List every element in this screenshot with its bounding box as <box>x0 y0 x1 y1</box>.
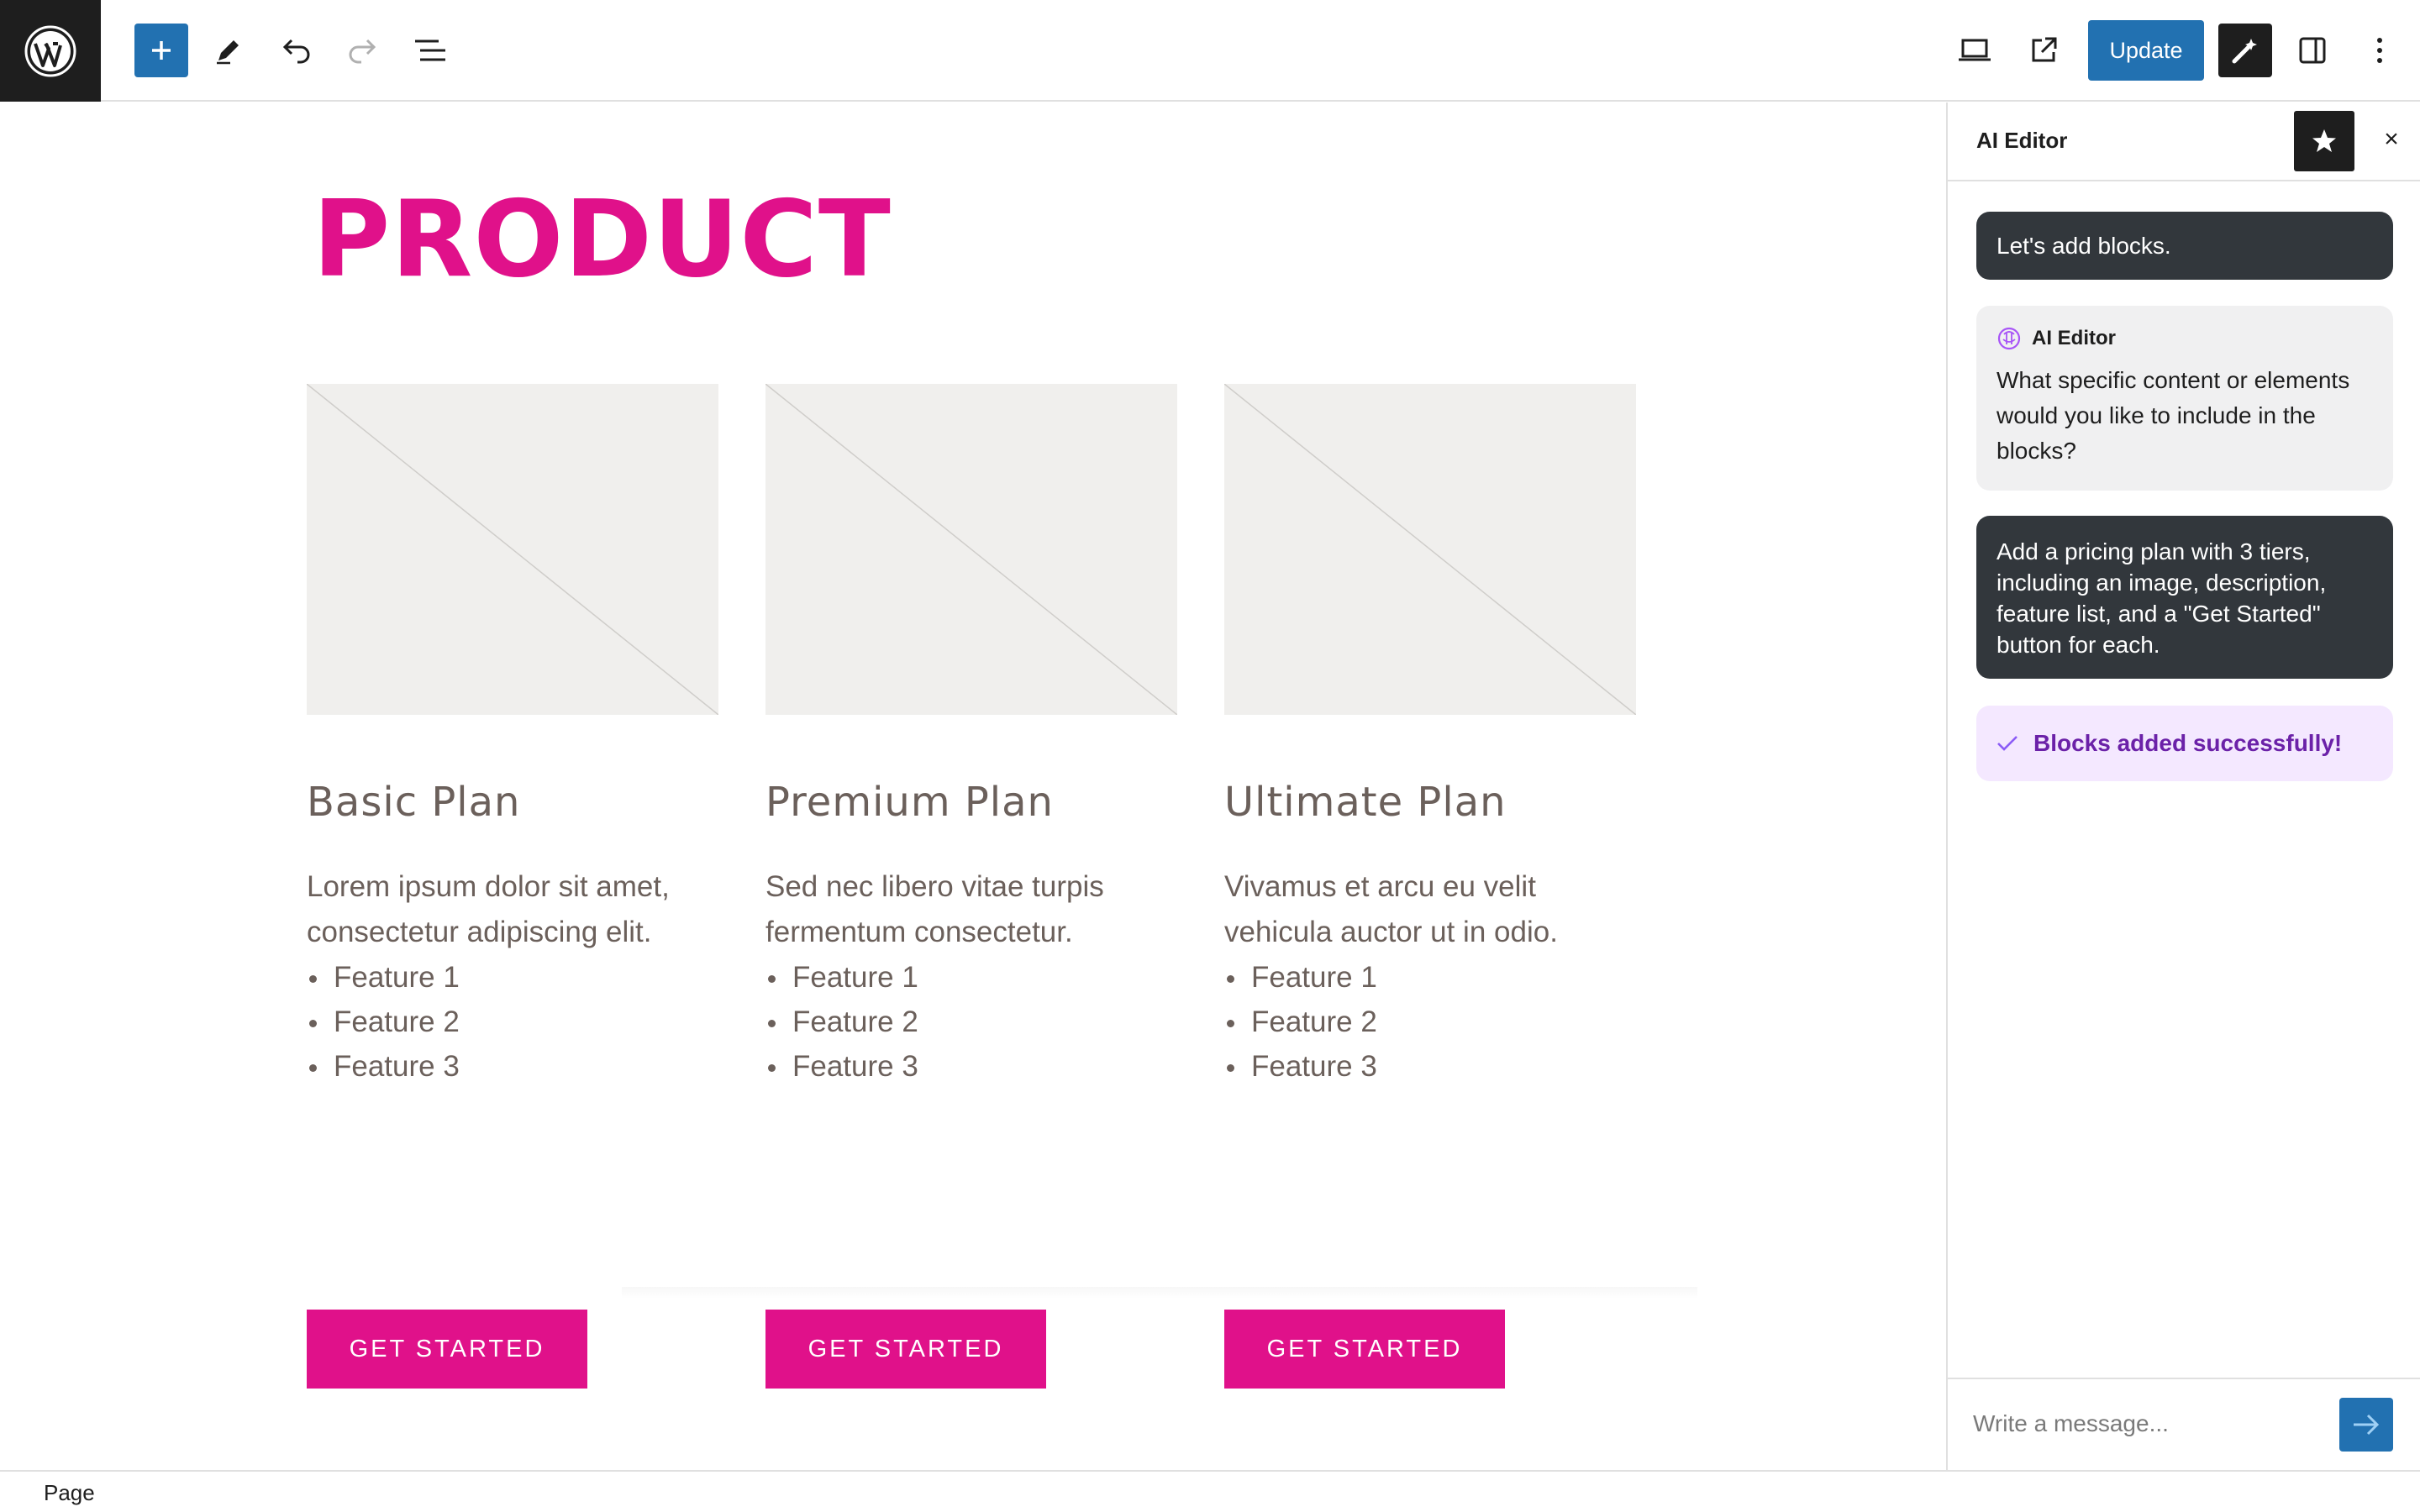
editor-toolbar: Update <box>0 0 2420 102</box>
options-button[interactable] <box>2353 24 2407 77</box>
image-placeholder[interactable] <box>765 384 1177 715</box>
image-placeholder[interactable] <box>307 384 718 715</box>
wordpress-logo-button[interactable] <box>0 0 101 102</box>
list-view-button[interactable] <box>403 24 457 77</box>
breadcrumb[interactable]: Page <box>44 1480 95 1506</box>
get-started-button[interactable]: GET STARTED <box>1224 1310 1505 1389</box>
undo-button[interactable] <box>269 24 323 77</box>
send-arrow-icon <box>2354 1414 2380 1436</box>
feature-item[interactable]: Feature 2 <box>307 1000 460 1044</box>
preview-button[interactable] <box>1948 24 2002 77</box>
sidebar-title: AI Editor <box>1976 128 2068 153</box>
feature-item[interactable]: Feature 3 <box>307 1044 460 1089</box>
more-vertical-icon <box>2377 38 2382 63</box>
desktop-preview-icon <box>1959 39 1991 61</box>
user-message: Let's add blocks. <box>1976 212 2393 280</box>
add-block-button[interactable] <box>134 24 188 77</box>
placeholder-diagonal <box>307 384 718 715</box>
success-notice: Blocks added successfully! <box>1976 706 2393 781</box>
feature-item[interactable]: Feature 1 <box>307 955 460 1000</box>
sidebar-toggle-icon <box>2299 37 2326 64</box>
plus-icon <box>152 41 171 60</box>
pricing-column-ultimate[interactable]: Ultimate Plan Vivamus et arcu eu velit v… <box>1224 384 1636 1389</box>
pencil-icon <box>217 40 239 65</box>
feature-item[interactable]: Feature 2 <box>1224 1000 1377 1044</box>
feature-list[interactable]: Feature 1 Feature 2 Feature 3 <box>765 955 918 1089</box>
redo-button[interactable] <box>336 24 390 77</box>
editor-footer: Page <box>0 1470 2420 1512</box>
wordpress-logo-icon <box>24 25 76 76</box>
placeholder-diagonal <box>765 384 1177 715</box>
update-button[interactable]: Update <box>2088 20 2204 81</box>
ai-editor-sidebar: AI Editor × Let's add blocks. AI Editor … <box>1946 102 2420 1470</box>
plan-title[interactable]: Ultimate Plan <box>1224 779 1507 826</box>
image-placeholder[interactable] <box>1224 384 1636 715</box>
sidebar-header: AI Editor × <box>1948 102 2420 181</box>
placeholder-diagonal <box>1224 384 1636 715</box>
plan-description[interactable]: Sed nec libero vitae turpis fermentum co… <box>765 864 1186 955</box>
close-icon: × <box>2384 125 2399 153</box>
ai-wand-icon <box>2232 39 2257 64</box>
get-started-button[interactable]: GET STARTED <box>307 1310 587 1389</box>
plan-title[interactable]: Basic Plan <box>307 779 520 826</box>
favorite-button[interactable] <box>2294 111 2354 171</box>
assistant-message-text: What specific content or elements would … <box>1996 367 2350 464</box>
assistant-message: AI Editor What specific content or eleme… <box>1976 306 2393 491</box>
list-view-icon <box>415 39 445 61</box>
pricing-column-premium[interactable]: Premium Plan Sed nec libero vitae turpis… <box>765 384 1177 1389</box>
feature-item[interactable]: Feature 3 <box>765 1044 918 1089</box>
get-started-button[interactable]: GET STARTED <box>765 1310 1046 1389</box>
feature-item[interactable]: Feature 1 <box>1224 955 1377 1000</box>
assistant-message-header: AI Editor <box>1996 326 2373 351</box>
close-sidebar-button[interactable]: × <box>2376 124 2407 155</box>
star-icon <box>2312 129 2336 152</box>
tools-button[interactable] <box>202 24 255 77</box>
external-link-icon <box>2032 37 2057 62</box>
message-composer <box>1948 1378 2420 1470</box>
redo-icon <box>349 39 376 64</box>
ai-brain-icon <box>1997 327 2021 350</box>
feature-list[interactable]: Feature 1 Feature 2 Feature 3 <box>1224 955 1377 1089</box>
plan-title[interactable]: Premium Plan <box>765 779 1054 826</box>
check-icon <box>1997 736 2018 751</box>
success-text: Blocks added successfully! <box>2033 730 2343 756</box>
settings-sidebar-button[interactable] <box>2286 24 2339 77</box>
feature-list[interactable]: Feature 1 Feature 2 Feature 3 <box>307 955 460 1089</box>
ai-editor-toggle-button[interactable] <box>2218 24 2272 77</box>
assistant-name: AI Editor <box>2032 327 2116 349</box>
undo-icon <box>282 39 310 64</box>
pricing-column-basic[interactable]: Basic Plan Lorem ipsum dolor sit amet, c… <box>307 384 718 1389</box>
plan-description[interactable]: Vivamus et arcu eu velit vehicula auctor… <box>1224 864 1644 955</box>
feature-item[interactable]: Feature 3 <box>1224 1044 1377 1089</box>
block-shadow-divider <box>622 1287 1697 1299</box>
feature-item[interactable]: Feature 2 <box>765 1000 918 1044</box>
plan-description[interactable]: Lorem ipsum dolor sit amet, consectetur … <box>307 864 727 955</box>
editor-canvas[interactable]: PRODUCT Basic Plan Lorem ipsum dolor sit… <box>0 102 1946 1470</box>
view-post-button[interactable] <box>2017 24 2070 77</box>
message-input[interactable] <box>1973 1398 2326 1450</box>
send-button[interactable] <box>2339 1398 2393 1452</box>
user-message: Add a pricing plan with 3 tiers, includi… <box>1976 516 2393 679</box>
feature-item[interactable]: Feature 1 <box>765 955 918 1000</box>
page-heading[interactable]: PRODUCT <box>313 186 892 292</box>
